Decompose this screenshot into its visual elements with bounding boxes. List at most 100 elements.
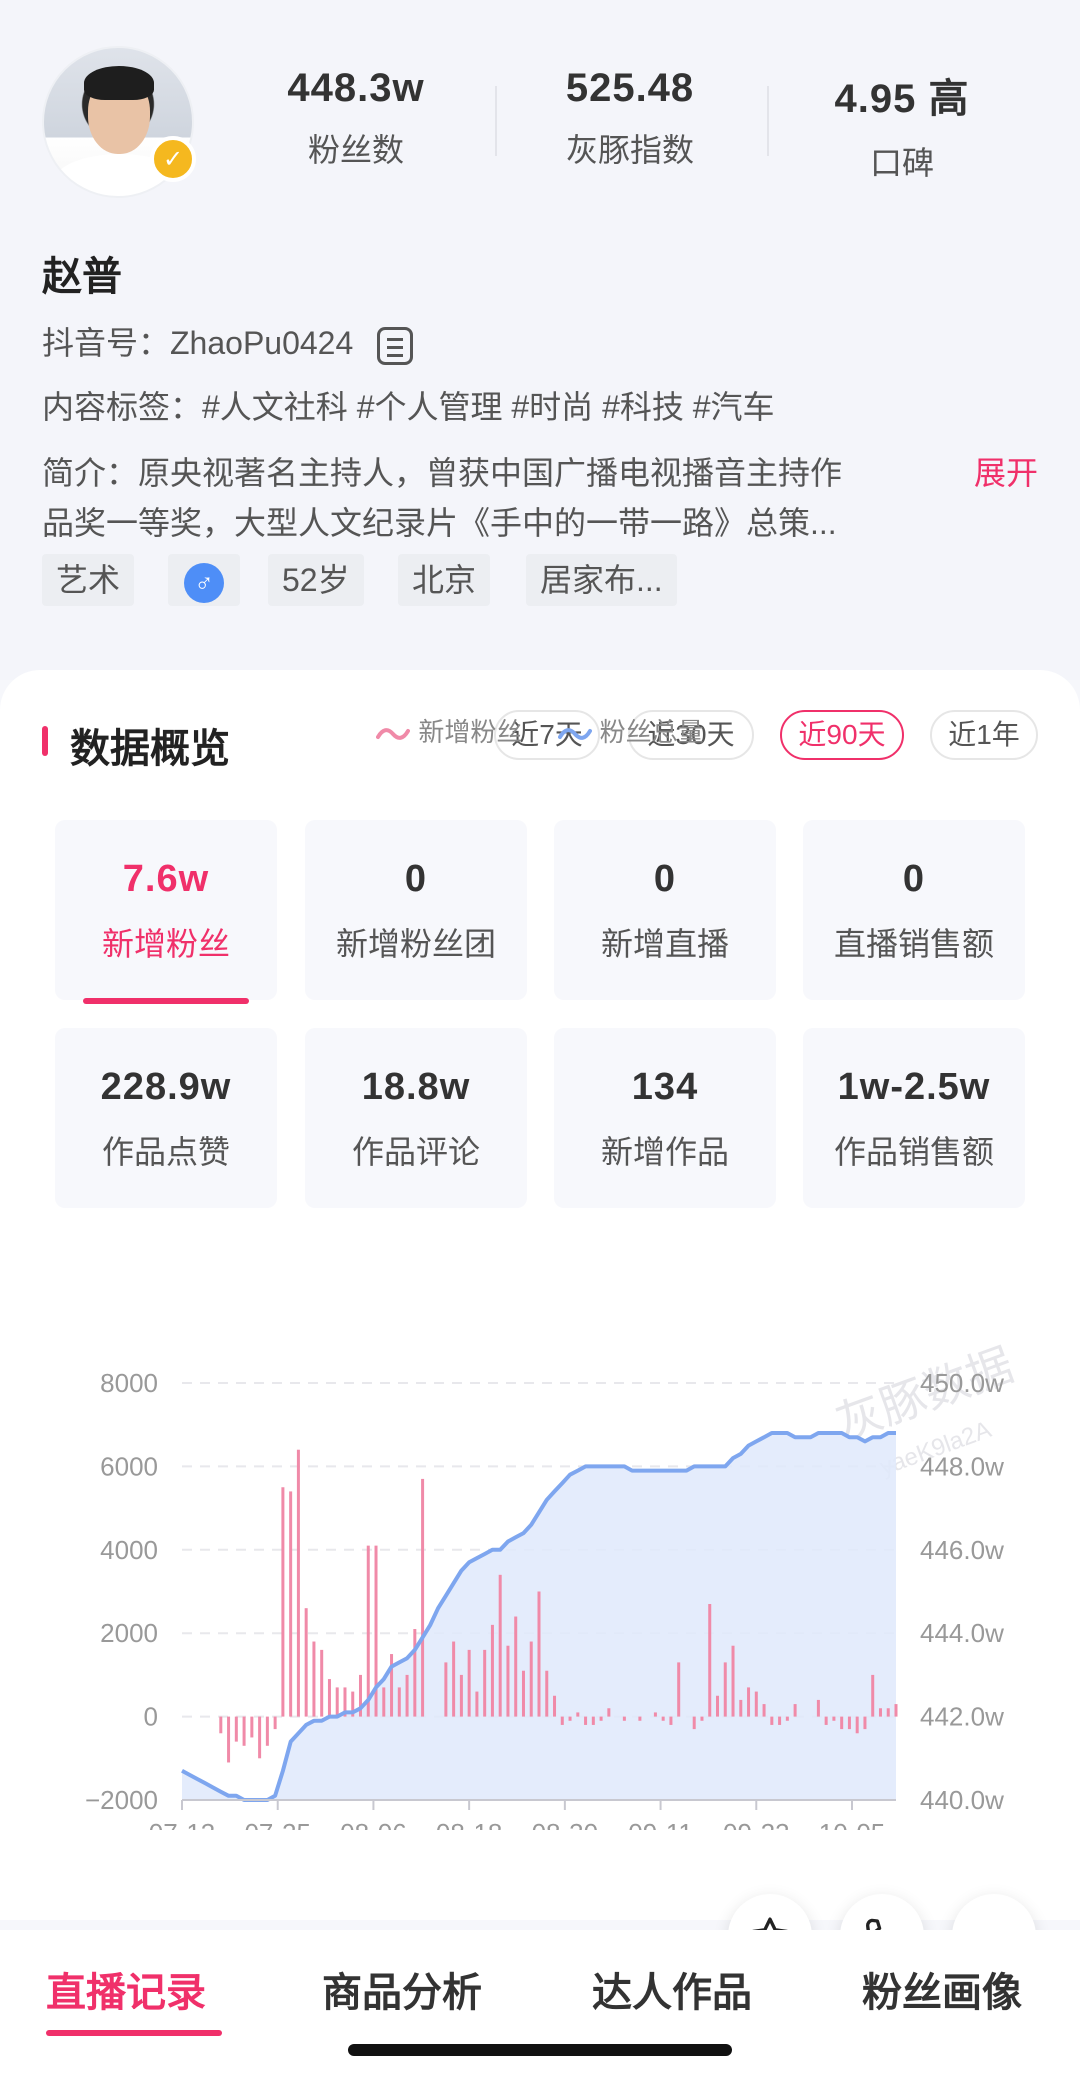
tile-new-lives[interactable]: 0 新增直播 [554, 820, 776, 1000]
new-fans-bar [847, 1716, 851, 1730]
y-left-tick-label: 6000 [100, 1451, 158, 1481]
new-fans-bar [475, 1691, 479, 1717]
new-fans-bar [754, 1691, 758, 1717]
new-fans-bar [793, 1704, 797, 1717]
intro-line-2: 品奖一等奖，大型人文纪录片《手中的一带一路》总策... [42, 505, 837, 541]
tile-likes[interactable]: 228.9w 作品点赞 [55, 1028, 277, 1208]
legend-label: 粉丝总量 [599, 717, 704, 747]
stat-index-label: 灰豚指数 [565, 132, 694, 168]
copy-icon[interactable] [377, 326, 414, 365]
new-fans-bar [382, 1687, 386, 1717]
new-fans-bar [219, 1716, 223, 1734]
stat-fans-value: 448.3w [287, 66, 425, 110]
douyin-id: 抖音号：ZhaoPu0424 [42, 325, 354, 361]
new-fans-bar [545, 1670, 549, 1717]
y-left-tick-label: 8000 [100, 1368, 158, 1398]
new-fans-bar [878, 1708, 882, 1717]
new-fans-bar [335, 1687, 339, 1717]
tile-value: 1w-2.5w [837, 1066, 991, 1108]
stat-reputation-label: 口碑 [869, 145, 934, 181]
content-tags: 内容标签：#人文社科 #个人管理 #时尚 #科技 #汽车 [42, 389, 775, 425]
new-fans-bar [250, 1716, 254, 1738]
legend-bar-swatch-icon [376, 728, 411, 740]
stat-index-value: 525.48 [565, 66, 695, 110]
new-fans-bar [234, 1716, 238, 1742]
new-fans-bar [521, 1670, 525, 1717]
y-right-tick-label: 442.0w [920, 1702, 1004, 1732]
tab-live-records[interactable]: 直播记录 [46, 1960, 206, 2018]
tile-work-sales[interactable]: 1w-2.5w 作品销售额 [803, 1028, 1025, 1208]
x-tick-label: 10-05 [819, 1818, 886, 1830]
tile-new-fans[interactable]: 7.6w 新增粉丝 [55, 820, 277, 1004]
chart-legend: 新增粉丝 粉丝总量 [0, 712, 1080, 749]
legend-label: 新增粉丝 [418, 717, 523, 747]
new-fans-bar [653, 1712, 657, 1717]
stat-fans: 448.3w 粉丝数 [220, 66, 492, 171]
new-fans-bar [289, 1491, 293, 1717]
data-overview-card: 数据概览 近7天 近30天 近90天 近1年 7.6w 新增粉丝 0 新增粉丝团… [0, 670, 1080, 1920]
new-fans-bar [444, 1662, 448, 1717]
new-fans-bar [327, 1679, 331, 1717]
y-right-tick-label: 440.0w [920, 1785, 1004, 1815]
fans-chart[interactable]: 新增粉丝 粉丝总量 灰豚数据 yaeK9la2A 8000 450.0w 6000 4… [0, 717, 1080, 1830]
new-fans-bar [537, 1591, 541, 1717]
tile-label: 新增作品 [600, 1134, 729, 1170]
y-left-tick-label: −2000 [85, 1785, 158, 1815]
new-fans-bar [490, 1624, 494, 1717]
new-fans-bar [265, 1716, 269, 1746]
new-fans-bar [273, 1716, 277, 1730]
new-fans-bar [816, 1699, 820, 1717]
new-fans-bar [622, 1716, 626, 1721]
home-indicator [348, 2044, 732, 2056]
new-fans-bar [832, 1716, 836, 1721]
legend-item-new-fans[interactable]: 新增粉丝 [376, 712, 522, 749]
x-tick-label: 09-23 [723, 1818, 790, 1830]
new-fans-bar [483, 1649, 487, 1717]
chip-extra[interactable]: 居家布... [526, 554, 677, 606]
new-fans-bar [242, 1716, 246, 1746]
new-fans-bar [886, 1708, 890, 1717]
expand-link[interactable]: 展开 [974, 448, 1038, 494]
avatar-hair [84, 66, 154, 100]
y-right-tick-label: 450.0w [920, 1368, 1004, 1398]
chip-category: 艺术 [42, 554, 135, 606]
tile-value: 228.9w [100, 1066, 232, 1108]
tile-new-fan-groups[interactable]: 0 新增粉丝团 [305, 820, 527, 1000]
new-fans-bar [607, 1708, 611, 1717]
tab-fan-profile[interactable]: 粉丝画像 [862, 1960, 1022, 2018]
intro-line-1: 简介：原央视著名主持人，曾获中国广播电视播音主持作 [42, 455, 843, 491]
new-fans-bar [863, 1716, 867, 1730]
tile-live-sales[interactable]: 0 直播销售额 [803, 820, 1025, 1000]
tile-label: 新增粉丝团 [335, 926, 496, 962]
new-fans-bar [700, 1716, 704, 1721]
new-fans-bar [591, 1716, 595, 1725]
y-left-tick-label: 0 [144, 1702, 158, 1732]
new-fans-bar [459, 1674, 463, 1717]
new-fans-bar [723, 1662, 727, 1717]
new-fans-bar [692, 1716, 696, 1730]
tile-label: 新增粉丝 [101, 926, 230, 962]
tile-active-underline [83, 998, 249, 1004]
tab-product-analysis[interactable]: 商品分析 [322, 1960, 482, 2018]
bottom-tabbar: 直播记录 商品分析 达人作品 粉丝画像 [0, 1930, 1080, 2085]
profile-name: 赵普 [42, 255, 122, 299]
tab-creator-works[interactable]: 达人作品 [592, 1960, 752, 2018]
new-fans-bar [397, 1687, 401, 1717]
tile-value: 18.8w [361, 1066, 471, 1108]
legend-item-total-fans[interactable]: 粉丝总量 [557, 712, 704, 749]
tile-value: 134 [631, 1066, 699, 1108]
new-fans-bar [227, 1716, 231, 1763]
x-tick-label: 09-11 [628, 1818, 693, 1830]
y-right-tick-label: 448.0w [920, 1451, 1004, 1481]
tile-comments[interactable]: 18.8w 作品评论 [305, 1028, 527, 1208]
new-fans-bar [576, 1712, 580, 1717]
chip-gender: ♂ [168, 554, 240, 606]
y-right-tick-label: 444.0w [920, 1618, 1004, 1648]
stat-index: 525.48 灰豚指数 [494, 66, 766, 171]
new-fans-bar [390, 1654, 394, 1717]
new-fans-bar [312, 1641, 316, 1717]
new-fans-bar [405, 1674, 409, 1717]
new-fans-bar [281, 1487, 285, 1717]
tile-value: 0 [653, 858, 677, 900]
tile-new-works[interactable]: 134 新增作品 [554, 1028, 776, 1208]
